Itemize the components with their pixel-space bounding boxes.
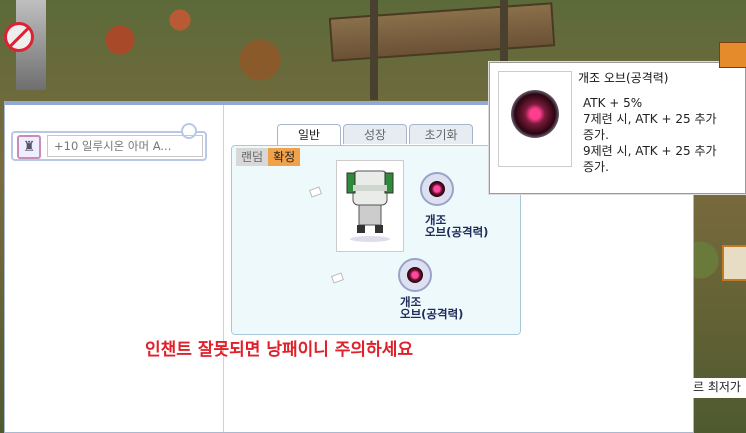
- right-edge-text: 르 최저가: [690, 378, 746, 398]
- tooltip-description: ATK + 5% 7제련 시, ATK + 25 추가 증가. 9제련 시, A…: [583, 96, 717, 174]
- no-entry-icon[interactable]: [4, 22, 34, 52]
- tab-reset[interactable]: 초기화: [409, 124, 473, 144]
- side-shortcut-icon[interactable]: [722, 245, 746, 281]
- slot-connector: [308, 186, 323, 198]
- armor-preview: [336, 160, 404, 252]
- fixed-button[interactable]: 확정: [268, 148, 301, 166]
- wood-plank: [328, 2, 556, 62]
- tab-general[interactable]: 일반: [277, 124, 341, 146]
- item-name-field[interactable]: +10 일루시온 아머 A...: [47, 135, 203, 157]
- mode-toggle: 랜덤 확정: [236, 148, 301, 166]
- left-panel: ♜ +10 일루시온 아머 A...: [5, 105, 224, 432]
- slot-connector: [330, 272, 345, 284]
- orb-label: 개조 오브(공격력): [400, 295, 464, 321]
- item-tooltip: 개조 오브(공격력) ATK + 5% 7제련 시, ATK + 25 추가 증…: [489, 62, 746, 194]
- armor-icon[interactable]: ♜: [17, 135, 41, 159]
- equip-slot[interactable]: ♜ +10 일루시온 아머 A...: [11, 123, 207, 161]
- orb-label: 개조 오브(공격력): [425, 213, 489, 239]
- warning-text: 인챈트 잘못되면 낭패이니 주의하세요: [145, 340, 413, 360]
- tab-growth[interactable]: 성장: [343, 124, 407, 144]
- tooltip-title: 개조 오브(공격력): [578, 71, 669, 85]
- enchant-content: 랜덤 확정 개조 오브(공격력) 개조 오브(공격력): [231, 145, 521, 335]
- orb-image-icon: [498, 71, 572, 167]
- armor-image-icon: [346, 170, 394, 242]
- random-button[interactable]: 랜덤: [236, 148, 269, 166]
- rail: [370, 0, 378, 100]
- orb-icon[interactable]: [420, 172, 454, 206]
- menu-shortcut-icon[interactable]: [719, 42, 746, 68]
- orb-icon[interactable]: [398, 258, 432, 292]
